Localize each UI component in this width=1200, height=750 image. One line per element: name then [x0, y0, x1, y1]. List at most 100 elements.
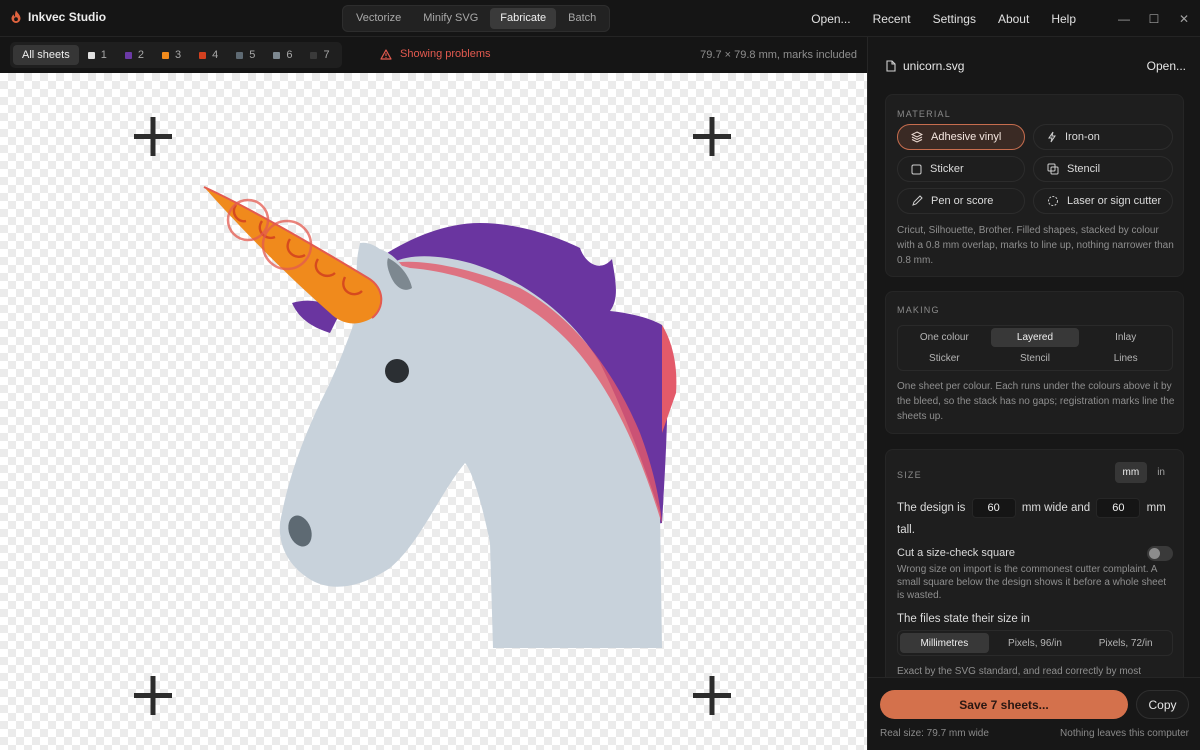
- sheet-swatch: [310, 51, 318, 59]
- flame-icon: [11, 10, 21, 23]
- privacy-note: Nothing leaves this computer: [1060, 728, 1189, 739]
- sheet-tab-label: 6: [286, 49, 293, 61]
- making-sticker[interactable]: Sticker: [900, 349, 989, 368]
- problems-label: Showing problems: [400, 48, 491, 60]
- close-icon[interactable]: ✕: [1178, 12, 1190, 26]
- making-one-colour[interactable]: One colour: [900, 328, 989, 347]
- minimize-icon[interactable]: —: [1118, 12, 1130, 26]
- making-title: MAKING: [897, 305, 940, 315]
- show-problems-toggle[interactable]: Showing problems: [380, 48, 491, 60]
- material-card: MATERIAL Adhesive vinyl Iron-on Sticker …: [885, 94, 1184, 277]
- sheet-swatch: [236, 51, 244, 59]
- title-bar: Inkvec Studio Vectorize Minify SVG Fabri…: [0, 0, 1200, 37]
- size-check-description: Wrong size on import is the commonest cu…: [897, 564, 1167, 601]
- toggle-knob: [1149, 548, 1160, 559]
- open-file-button[interactable]: Open...: [1147, 59, 1186, 73]
- file-units-options: Millimetres Pixels, 96/in Pixels, 72/in: [897, 630, 1173, 656]
- sheet-tab-label: 1: [100, 49, 107, 61]
- material-label: Laser or sign cutter: [1067, 195, 1162, 207]
- sheet-swatch: [161, 51, 169, 59]
- unit-toggle: mm in: [1114, 462, 1173, 483]
- sheet-tabs: All sheets 1 2 3 4 5 6 7: [10, 42, 342, 68]
- sheet-bar: All sheets 1 2 3 4 5 6 7 Showing problem…: [0, 37, 867, 73]
- registration-mark-top-left: [134, 117, 172, 156]
- bolt-icon: [1048, 131, 1056, 143]
- making-inlay[interactable]: Inlay: [1081, 328, 1170, 347]
- mode-minify-svg[interactable]: Minify SVG: [413, 8, 488, 29]
- material-label: Iron-on: [1065, 131, 1100, 143]
- menu-help[interactable]: Help: [1051, 12, 1076, 26]
- size-card: SIZE mm in The design is 60 mm wide and …: [885, 449, 1184, 689]
- sheet-tab-7[interactable]: 7: [301, 45, 338, 65]
- material-laser-cutter[interactable]: Laser or sign cutter: [1033, 188, 1173, 214]
- registration-mark-top-right: [693, 117, 731, 156]
- real-size-readout: Real size: 79.7 mm wide: [880, 728, 989, 739]
- sheet-tab-label: 3: [174, 49, 182, 61]
- file-unit-millimetres[interactable]: Millimetres: [900, 633, 989, 653]
- registration-mark-bottom-right: [693, 676, 731, 715]
- file-name: unicorn.svg: [903, 59, 965, 73]
- material-description: Cricut, Silhouette, Brother. Filled shap…: [897, 225, 1174, 266]
- unicorn-eye: [385, 359, 409, 383]
- top-menu: Open... Recent Settings About Help: [811, 0, 1076, 37]
- warning-icon: [380, 48, 392, 60]
- making-options: One colour Layered Inlay Sticker Stencil…: [897, 325, 1173, 371]
- sheet-tab-6[interactable]: 6: [264, 45, 301, 65]
- sheet-tab-label: 2: [137, 49, 144, 61]
- height-input[interactable]: 60: [1096, 497, 1141, 518]
- design-dimensions: 79.7 × 79.8 mm, marks included: [700, 49, 857, 61]
- unit-in[interactable]: in: [1149, 462, 1173, 483]
- menu-about[interactable]: About: [998, 12, 1029, 26]
- material-adhesive-vinyl[interactable]: Adhesive vinyl: [897, 124, 1025, 150]
- menu-open[interactable]: Open...: [811, 12, 850, 26]
- maximize-icon[interactable]: ☐: [1148, 12, 1160, 26]
- app-title: Inkvec Studio: [28, 10, 107, 24]
- menu-settings[interactable]: Settings: [933, 12, 976, 26]
- making-card: MAKING One colour Layered Inlay Sticker …: [885, 291, 1184, 434]
- save-sheets-button[interactable]: Save 7 sheets...: [880, 690, 1128, 719]
- material-pen-or-score[interactable]: Pen or score: [897, 188, 1025, 214]
- making-lines[interactable]: Lines: [1081, 349, 1170, 368]
- design-is-label: The design is: [897, 502, 966, 514]
- app-brand: Inkvec Studio: [10, 10, 106, 24]
- unit-mm[interactable]: mm: [1114, 462, 1148, 483]
- sheet-tab-3[interactable]: 3: [153, 45, 190, 65]
- material-stencil[interactable]: Stencil: [1033, 156, 1173, 182]
- width-input[interactable]: 60: [971, 497, 1016, 518]
- sheet-tab-1[interactable]: 1: [79, 45, 116, 65]
- registration-mark-bottom-left: [134, 676, 172, 715]
- size-check-label: Cut a size-check square: [897, 547, 1015, 559]
- square-icon: [911, 164, 922, 174]
- mode-batch[interactable]: Batch: [558, 8, 606, 29]
- unicorn-mane-highlight: [662, 325, 677, 433]
- layers-icon: [911, 131, 923, 143]
- making-layered[interactable]: Layered: [990, 328, 1080, 347]
- size-check-toggle[interactable]: [1147, 546, 1173, 561]
- sheet-tab-2[interactable]: 2: [116, 45, 153, 65]
- material-sticker[interactable]: Sticker: [897, 156, 1025, 182]
- file-units-label: The files state their size in: [897, 613, 1030, 625]
- size-title: SIZE: [897, 470, 922, 480]
- making-stencil[interactable]: Stencil: [991, 349, 1080, 368]
- file-unit-px-72[interactable]: Pixels, 72/in: [1081, 633, 1170, 653]
- artboard-canvas[interactable]: [0, 73, 867, 750]
- window-controls: — ☐ ✕: [1118, 0, 1190, 37]
- sheet-tab-label: 7: [323, 49, 330, 61]
- copy-button[interactable]: Copy: [1136, 690, 1189, 719]
- material-iron-on[interactable]: Iron-on: [1033, 124, 1173, 150]
- pen-icon: [912, 195, 923, 206]
- file-unit-px-96[interactable]: Pixels, 96/in: [991, 633, 1080, 653]
- panel-footer: Save 7 sheets... Copy Real size: 79.7 mm…: [868, 677, 1200, 750]
- sheet-tab-label: 4: [212, 49, 219, 61]
- mode-vectorize[interactable]: Vectorize: [346, 8, 411, 29]
- sheet-tab-4[interactable]: 4: [190, 45, 227, 65]
- laser-icon: [1048, 196, 1058, 206]
- sheet-tab-5[interactable]: 5: [227, 45, 264, 65]
- fabricate-panel: unicorn.svg Open... MATERIAL Adhesive vi…: [867, 37, 1200, 750]
- sheet-swatch: [87, 51, 95, 59]
- menu-recent[interactable]: Recent: [873, 12, 911, 26]
- sheet-tab-all[interactable]: All sheets: [13, 45, 79, 65]
- mode-fabricate[interactable]: Fabricate: [490, 8, 557, 29]
- file-icon: [886, 60, 896, 72]
- design-size-sentence: The design is 60 mm wide and 60 mm tall.: [897, 497, 1177, 541]
